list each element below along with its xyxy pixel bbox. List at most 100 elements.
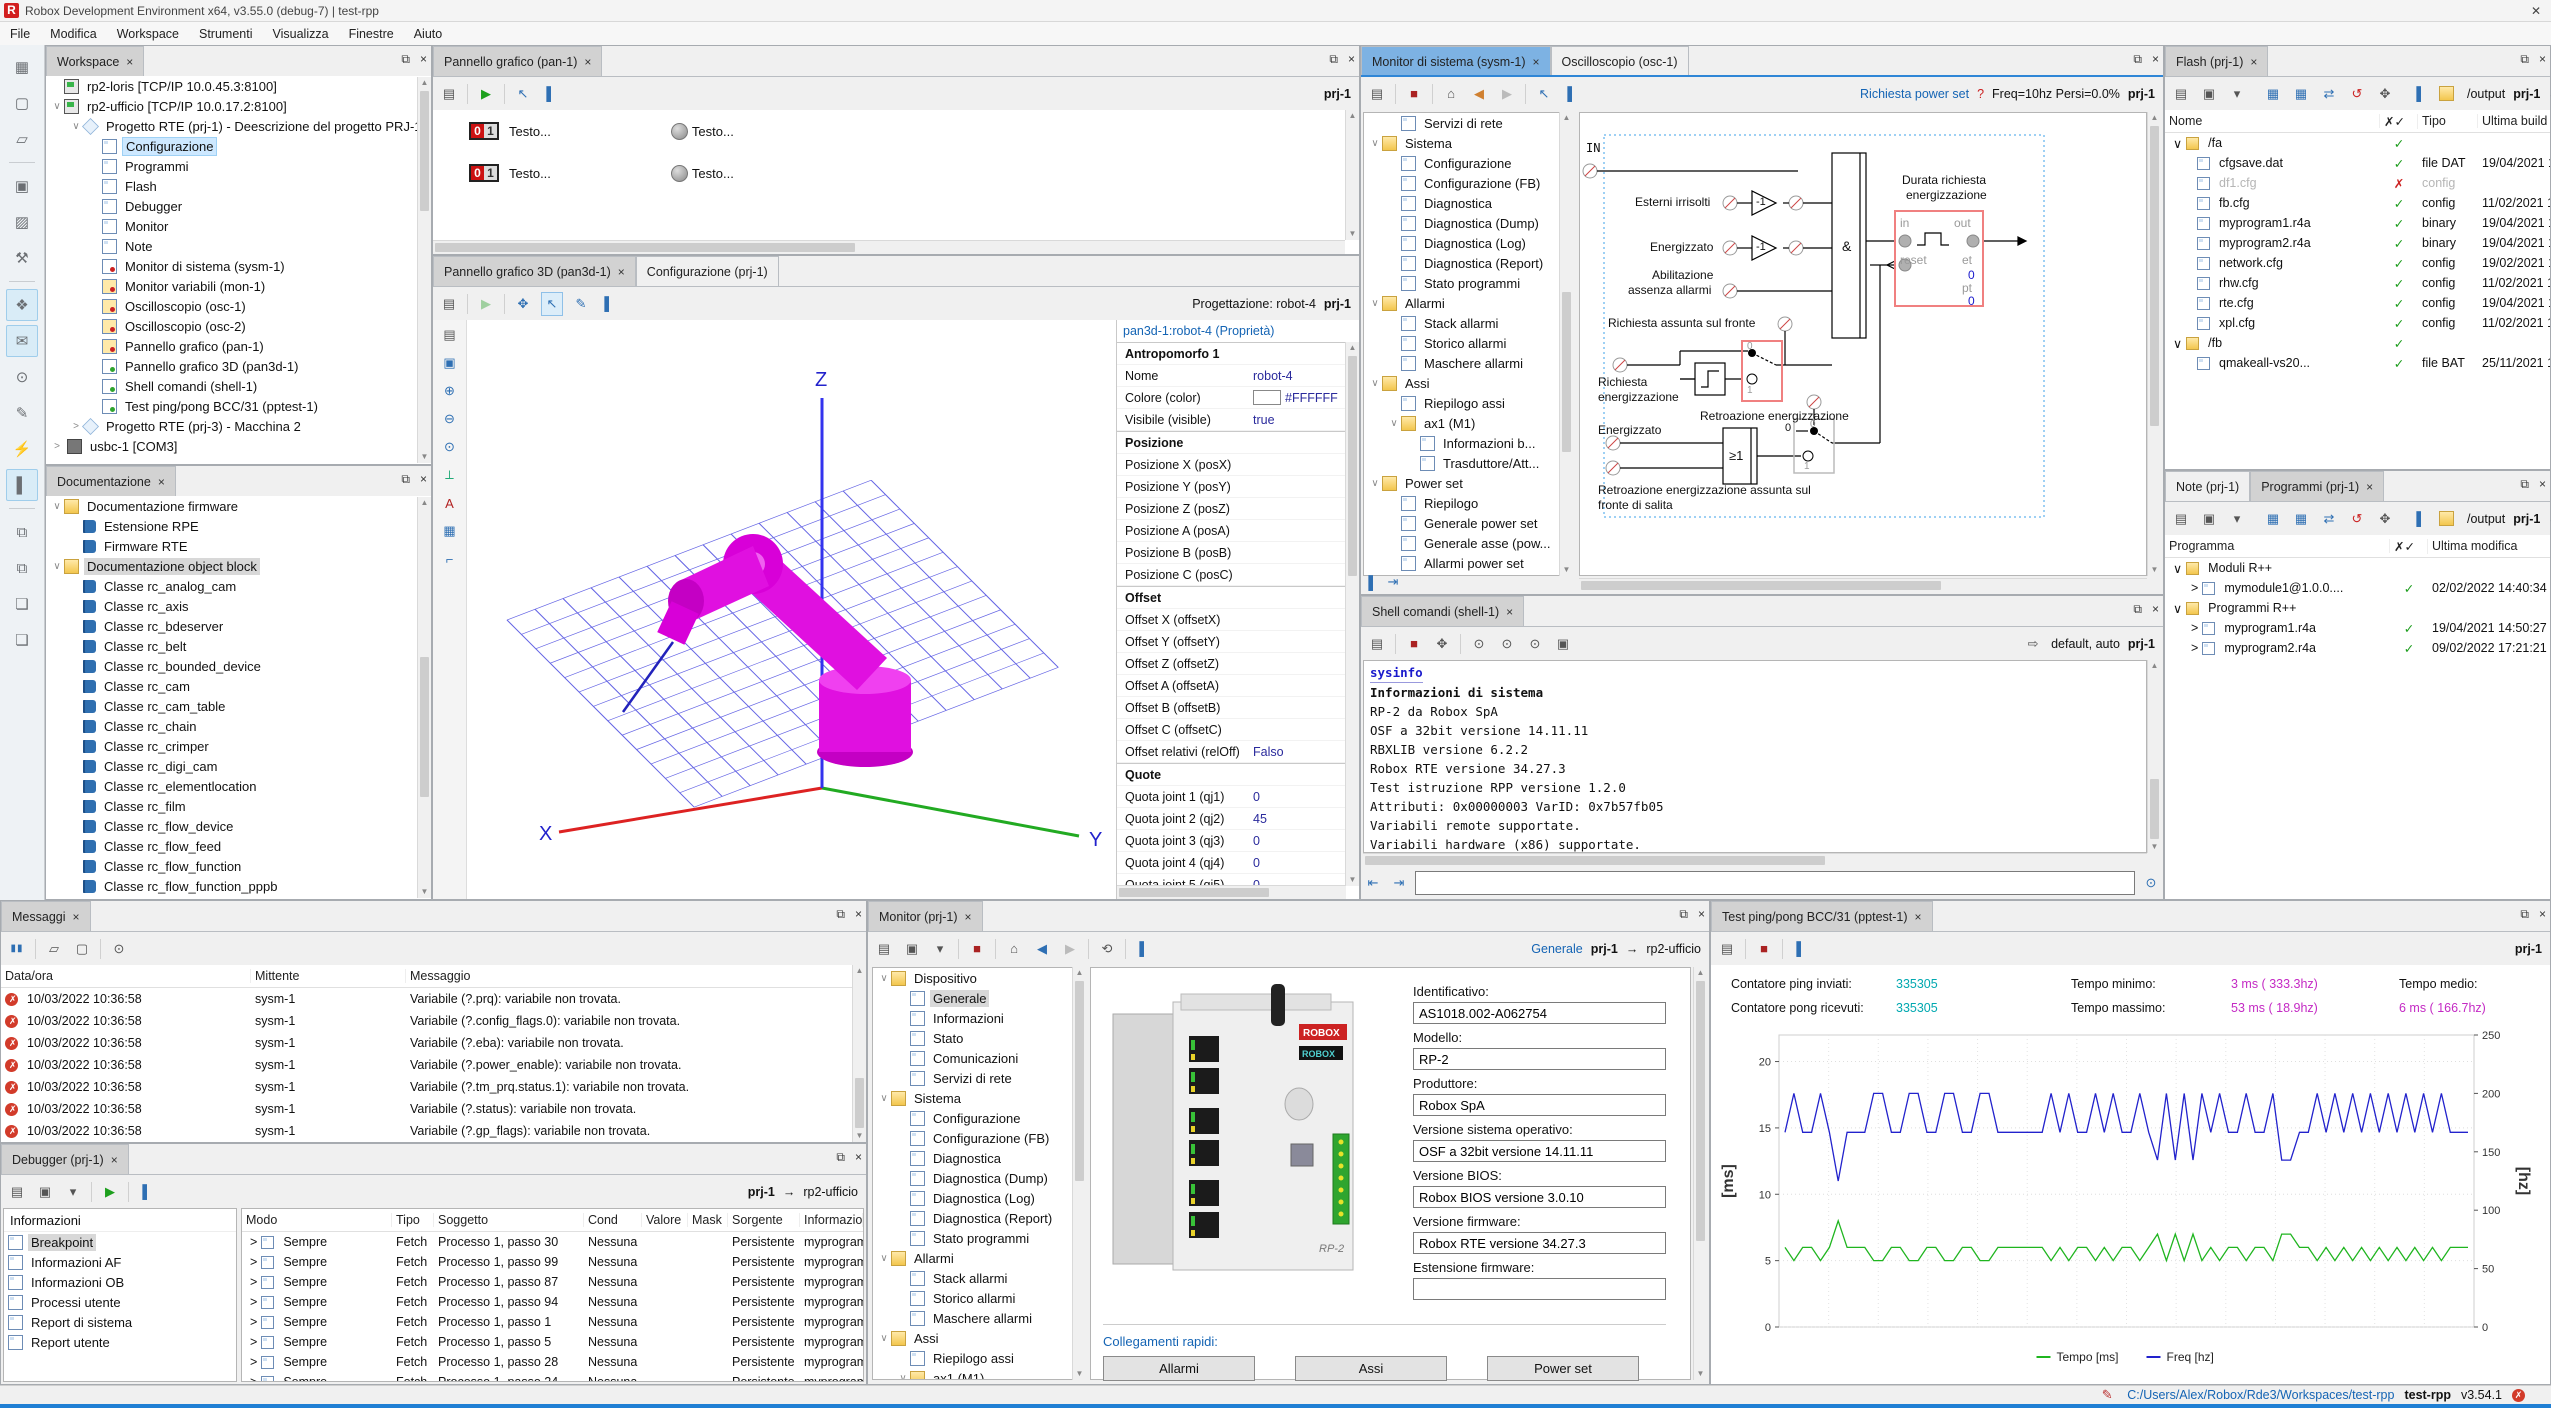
close-icon[interactable]: × — [2366, 480, 2373, 494]
property-row[interactable]: Posizione A (posA) — [1117, 520, 1346, 542]
tree-item[interactable]: Monitor di sistema (sysm-1) — [46, 256, 431, 276]
column-header[interactable]: Mask — [688, 1213, 728, 1227]
tree-item[interactable]: Configurazione (FB) — [873, 1128, 1073, 1148]
toggle-01-icon[interactable]: 01 — [469, 164, 499, 182]
tree-item[interactable]: Servizi di rete — [1364, 113, 1560, 133]
message-row[interactable]: ✗10/03/2022 10:36:58sysm-1Variabile (?.e… — [1, 1032, 866, 1054]
history-icon[interactable]: ⇤ — [1363, 872, 1383, 894]
close-panel-icon[interactable]: × — [2539, 52, 2546, 67]
float-panel-icon[interactable]: ⧉ — [2520, 907, 2529, 922]
help-book-icon[interactable]: ▌ — [2411, 83, 2431, 105]
help-book-icon[interactable]: ▌ — [1791, 938, 1811, 960]
tab-workspace[interactable]: Workspace× — [46, 46, 144, 76]
tab-pan1[interactable]: Pannello grafico (pan-1)× — [433, 46, 602, 76]
doc-book-icon[interactable]: ▌ — [6, 469, 38, 501]
help-book-icon[interactable]: ▌ — [599, 293, 619, 315]
tab-pptest[interactable]: Test ping/pong BCC/31 (pptest-1)× — [1711, 901, 1933, 931]
help-book-icon[interactable]: ▌ — [137, 1181, 157, 1203]
column-header[interactable]: Messaggio — [406, 969, 866, 983]
breakpoint-row[interactable]: >SempreFetchProcesso 1, passo 28NessunaP… — [242, 1352, 863, 1372]
flash-row[interactable]: myprogram2.r4a✓binary19/04/2021 14:10:36 — [2165, 233, 2550, 253]
zoom-in-icon[interactable]: ⊕ — [440, 380, 460, 402]
tree-item[interactable]: Flash — [46, 176, 431, 196]
diagram-hscroll[interactable] — [1579, 578, 2147, 592]
menu-finestre[interactable]: Finestre — [339, 27, 404, 41]
play-icon[interactable]: ▶ — [476, 293, 496, 315]
properties-icon[interactable]: ▤ — [1367, 83, 1387, 105]
tree-item[interactable]: Classe rc_analog_cam — [46, 576, 431, 596]
close-all-icon[interactable]: ❏ — [6, 624, 38, 656]
breakpoint-row[interactable]: >SempreFetchProcesso 1, passo 87NessunaP… — [242, 1272, 863, 1292]
pause-icon[interactable]: ▮▮ — [7, 938, 27, 960]
field-input[interactable] — [1413, 1232, 1666, 1254]
copy-icon[interactable]: ▣ — [35, 1181, 55, 1203]
close-panel-icon[interactable]: × — [855, 907, 862, 922]
message-row[interactable]: ✗10/03/2022 10:36:58sysm-1Variabile (?.p… — [1, 1054, 866, 1076]
column-header[interactable]: Ultima build — [2478, 114, 2550, 128]
menu-visualizza[interactable]: Visualizza — [263, 27, 339, 41]
property-row[interactable]: Visibile (visible)true — [1117, 409, 1346, 431]
tree-item[interactable]: Pannello grafico 3D (pan3d-1) — [46, 356, 431, 376]
build-all-icon[interactable]: ▦ — [2263, 508, 2283, 530]
tree-item[interactable]: Classe rc_film — [46, 796, 431, 816]
quicklink-power-set-button[interactable]: Power set — [1487, 1356, 1639, 1381]
tree-item[interactable]: Pannello grafico (pan-1) — [46, 336, 431, 356]
tree-item[interactable]: Estensione RPE — [46, 516, 431, 536]
tree-item[interactable]: Classe rc_digi_cam — [46, 756, 431, 776]
property-row[interactable]: Quota joint 3 (qj3)0 — [1117, 830, 1346, 852]
properties-icon[interactable]: ▤ — [439, 293, 459, 315]
property-row[interactable]: Offset B (offsetB) — [1117, 697, 1346, 719]
flash-row[interactable]: rte.cfg✓config19/04/2021 14:23:33 — [2165, 293, 2550, 313]
book-icon[interactable]: ▌ — [1363, 571, 1383, 593]
property-group[interactable]: Antropomorfo 1 — [1117, 342, 1346, 365]
tree-item[interactable]: Oscilloscopio (osc-1) — [46, 296, 431, 316]
sync-icon[interactable]: ⇄ — [2319, 508, 2339, 530]
help-book-icon[interactable]: ▌ — [2411, 508, 2431, 530]
tree-item[interactable]: ∨Allarmi — [873, 1248, 1073, 1268]
flash-row[interactable]: xpl.cfg✓config11/02/2021 14:29:16 — [2165, 313, 2550, 333]
properties-icon[interactable]: ▤ — [440, 324, 460, 346]
mail-icon[interactable]: ✉ — [6, 325, 38, 357]
tree-item[interactable]: Diagnostica (Dump) — [873, 1168, 1073, 1188]
tab-shell[interactable]: Shell comandi (shell-1)× — [1361, 596, 1524, 626]
tree-item[interactable]: Test ping/pong BCC/31 (pptest-1) — [46, 396, 431, 416]
tree-item[interactable]: Configurazione (FB) — [1364, 173, 1560, 193]
window-next-icon[interactable]: ⧉ — [6, 516, 38, 548]
float-panel-icon[interactable]: ⧉ — [2520, 52, 2529, 67]
properties-vscroll[interactable]: ▲▼ — [1345, 342, 1359, 886]
column-header[interactable]: Cond — [584, 1213, 642, 1227]
tree-item[interactable]: Note — [46, 236, 431, 256]
tree-item[interactable]: Comunicazioni — [873, 1048, 1073, 1068]
tree-item[interactable]: Stato programmi — [873, 1228, 1073, 1248]
close-icon[interactable]: × — [111, 1153, 118, 1167]
close-icon[interactable]: × — [965, 910, 972, 924]
copy-icon[interactable]: ▣ — [2199, 508, 2219, 530]
shell-output[interactable]: sysinfoInformazioni di sistemaRP-2 da Ro… — [1363, 660, 2147, 853]
column-header[interactable]: Tipo — [392, 1213, 434, 1227]
field-input[interactable] — [1413, 1002, 1666, 1024]
tree-item[interactable]: Riepilogo assi — [1364, 393, 1560, 413]
properties-icon[interactable]: ▤ — [1717, 938, 1737, 960]
copy-icon[interactable]: ▣ — [902, 938, 922, 960]
properties-icon[interactable]: ▤ — [7, 1181, 27, 1203]
tree-item[interactable]: ∨rp2-ufficio [TCP/IP 10.0.17.2:8100] — [46, 96, 431, 116]
breakpoint-row[interactable]: >SempreFetchProcesso 1, passo 99NessunaP… — [242, 1252, 863, 1272]
close-icon[interactable]: × — [1533, 55, 1540, 69]
property-row[interactable]: Offset Y (offsetY) — [1117, 631, 1346, 653]
flash-row[interactable]: ∨/fa✓ — [2165, 133, 2550, 153]
sysm-tree-scrollbar[interactable]: ▲▼ — [1559, 112, 1573, 576]
tree-item[interactable]: Stack allarmi — [873, 1268, 1073, 1288]
tab-debugger[interactable]: Debugger (prj-1)× — [1, 1144, 129, 1174]
tree-item[interactable]: Classe rc_cam — [46, 676, 431, 696]
help-book-icon[interactable]: ▌ — [1562, 83, 1582, 105]
close-panel-icon[interactable]: × — [2539, 477, 2546, 492]
column-header[interactable]: ✗✓ — [2380, 114, 2418, 129]
property-row[interactable]: Offset X (offsetX) — [1117, 609, 1346, 631]
color-swatch[interactable] — [1253, 390, 1281, 405]
tree-item[interactable]: Riepilogo — [1364, 493, 1560, 513]
close-panel-icon[interactable]: × — [420, 472, 427, 487]
tree-item[interactable]: Firmware RTE — [46, 536, 431, 556]
program-row[interactable]: ∨Moduli R++ — [2165, 558, 2550, 578]
float-panel-icon[interactable]: ⧉ — [2133, 52, 2142, 67]
close-panel-icon[interactable]: × — [2152, 602, 2159, 617]
